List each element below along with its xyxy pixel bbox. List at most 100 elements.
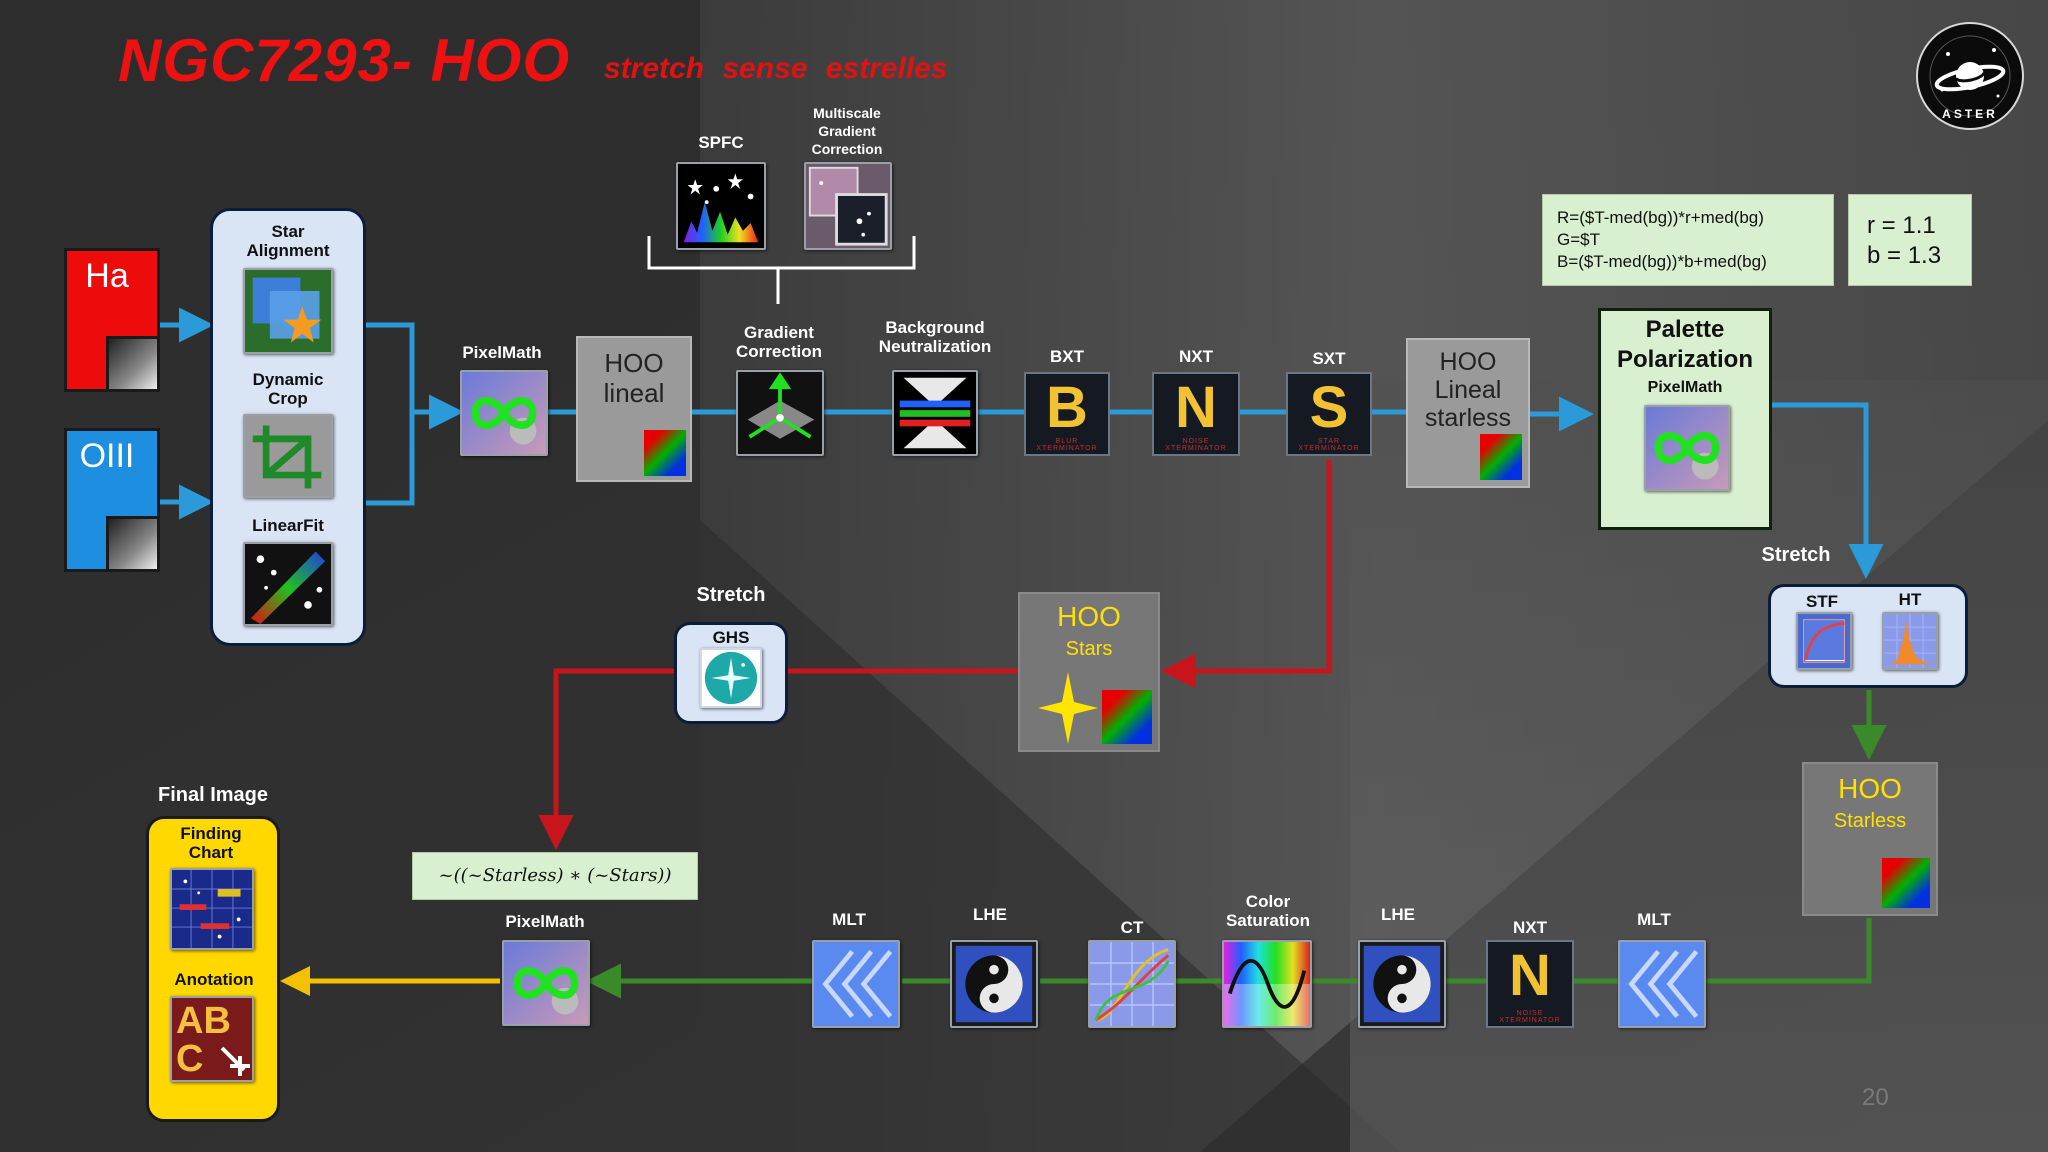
mlt1-tile[interactable] [812,940,900,1028]
palette-polarization-panel: Palette Polarization PixelMath [1598,308,1772,530]
palette-params-text: r = 1.1 b = 1.3 [1867,212,1942,269]
bottom-nxt-tile[interactable]: N NOISE XTERMINATOR [1486,940,1574,1028]
stretch-left-title: Stretch [696,584,766,606]
palette-sub: PixelMath [1647,379,1723,396]
nxt-caption: NOISE XTERMINATOR [1165,438,1227,452]
bottom-nxt-caption: NOISE XTERMINATOR [1499,1010,1561,1024]
spfc-label: SPFC [698,133,744,152]
finding-chart-label: Finding Chart [180,824,242,862]
ha-input: Ha [64,248,160,392]
sxt-caption: STAR XTERMINATOR [1298,438,1360,452]
sxt-tile[interactable]: S STAR XTERMINATOR [1286,372,1372,456]
page-number: 20 [1862,1084,1889,1111]
gradient-correction-label: Gradient Correction [736,323,822,361]
stf-label: STF [1805,592,1839,611]
bottom-pixelmath-label: PixelMath [505,912,585,931]
bxt-letter: B [1046,375,1088,440]
finding-chart-tile[interactable] [170,868,254,950]
ha-thumb [106,336,160,392]
mlt1-label: MLT [832,910,866,929]
gradient-correction-tile[interactable] [736,370,824,456]
infinity-icon [471,397,537,429]
bxt-label: BXT [1050,347,1084,366]
oiii-label: OIII [79,437,135,475]
anotation-tile[interactable]: ABC [170,996,254,1082]
linearfit-tile[interactable] [243,542,333,626]
mgc-tile[interactable] [804,162,892,250]
rgb-gradient-icon [644,430,686,476]
hoo-lineal-starless-text: HOO Lineal starless [1424,348,1512,432]
nxt-tile[interactable]: N NOISE XTERMINATOR [1152,372,1240,456]
palette-params: r = 1.1 b = 1.3 [1848,194,1972,286]
lhe1-tile[interactable] [950,940,1038,1028]
palette-formula: R=($T-med(bg))*r+med(bg) G=$T B=($T-med(… [1542,194,1834,286]
red-flow [538,460,1332,850]
svg-text:ASTER: ASTER [1942,107,1998,121]
star-icon [1038,672,1098,744]
hoo-starless-sub: Starless [1833,810,1907,832]
infinity-icon [1654,432,1720,464]
star-alignment-tile[interactable] [243,268,333,354]
ghs-label: GHS [712,628,750,647]
dynamic-crop-tile[interactable] [243,414,333,498]
aster-logo: ASTER [1916,22,2024,130]
hoo-stars-title: HOO [1057,601,1121,632]
hoo-lineal-starless-box: HOO Lineal starless [1406,338,1530,488]
mgc-label: Multiscale Gradient Correction [811,105,883,157]
stretch-right-title: Stretch [1761,544,1831,566]
oiii-thumb [106,516,160,572]
rgb-gradient-icon [1882,858,1930,908]
ct-tile[interactable] [1088,940,1176,1028]
bxt-tile[interactable]: B BLUR XTERMINATOR [1024,372,1110,456]
infinity-icon [513,967,579,999]
color-saturation-label: Color Saturation [1225,892,1311,930]
background-neutralization-tile[interactable] [892,370,978,456]
lhe1-label: LHE [973,905,1007,924]
combine-formula-text: ~((~Starless) ∗ (~Stars)) [438,865,672,886]
lhe2-tile[interactable] [1358,940,1446,1028]
sxt-letter: S [1309,375,1349,440]
cursor-plus-icon [220,1046,250,1076]
bottom-pixelmath-tile[interactable] [502,940,590,1026]
anotation-label: Anotation [174,970,254,989]
stf-tile[interactable] [1796,612,1852,670]
ht-label: HT [1898,590,1922,609]
page-title: NGC7293- HOO [118,27,571,94]
combine-formula: ~((~Starless) ∗ (~Stars)) [412,852,698,900]
palette-formula-text: R=($T-med(bg))*r+med(bg) G=$T B=($T-med(… [1557,208,1767,271]
mlt2-label: MLT [1637,910,1671,929]
bottom-nxt-letter: N [1509,943,1551,1008]
palette-title: Palette Polarization [1616,316,1754,373]
palette-pixelmath-tile[interactable] [1644,405,1730,491]
star-alignment-label: Star Alignment [246,222,330,260]
rgb-gradient-icon [1480,434,1522,480]
ghs-tile[interactable] [700,648,762,708]
mlt2-tile[interactable] [1618,940,1706,1028]
green-flow [586,690,1887,999]
hoo-stars-box: HOO Stars [1018,592,1160,752]
hoo-lineal-text: HOO lineal [603,348,665,408]
dynamic-crop-label: Dynamic Crop [252,370,324,408]
nxt-label: NXT [1179,347,1213,366]
rgb-gradient-icon [1102,690,1152,744]
crop-icon [252,425,322,489]
color-saturation-tile[interactable] [1222,940,1312,1028]
linearfit-label: LinearFit [252,516,324,535]
final-image-title: Final Image [157,784,269,806]
hoo-starless-box: HOO Starless [1802,762,1938,916]
ha-label: Ha [85,257,129,295]
pixelmath-tile[interactable] [460,370,548,456]
bxt-caption: BLUR XTERMINATOR [1036,438,1098,452]
background-neutralization-label: Background Neutralization [878,318,992,356]
page-subtitle: stretch sense estrelles [604,52,948,85]
bottom-nxt-label: NXT [1513,918,1547,937]
hoo-starless-title: HOO [1838,773,1902,804]
oiii-input: OIII [64,428,160,572]
pixelmath-label: PixelMath [462,343,542,362]
hoo-lineal-box: HOO lineal [576,336,692,482]
lhe2-label: LHE [1381,905,1415,924]
sxt-label: SXT [1312,349,1346,368]
ht-tile[interactable] [1882,612,1938,670]
nxt-letter: N [1175,375,1217,440]
spfc-tile[interactable] [676,162,766,250]
